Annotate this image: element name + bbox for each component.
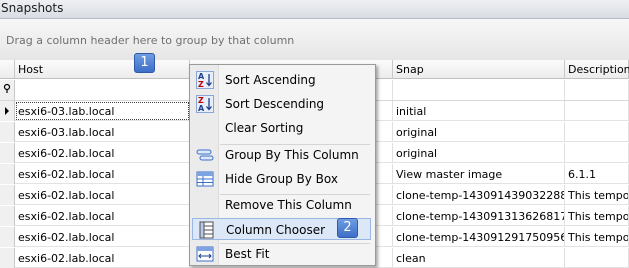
cell-description[interactable]: [565, 101, 629, 121]
cell-host[interactable]: esxi6-02.lab.local: [15, 206, 190, 226]
menu-item-sort-ascending[interactable]: A Z Sort Ascending: [192, 69, 371, 91]
group-by-icon: [196, 149, 214, 161]
cell-description[interactable]: [565, 248, 629, 268]
row-indicator[interactable]: [0, 206, 15, 226]
cell-snap[interactable]: clone-temp-1430914390322882: [393, 185, 565, 205]
cell-snap[interactable]: initial: [393, 101, 565, 121]
row-indicator[interactable]: [0, 164, 15, 184]
sort-descending-icon: Z A: [196, 95, 214, 113]
filter-cell-description[interactable]: [565, 80, 629, 100]
group-box-icon: [196, 171, 214, 187]
menu-item-group-by-column[interactable]: Group By This Column: [192, 144, 371, 166]
row-indicator-header: [0, 60, 15, 79]
filter-cell-host[interactable]: [15, 80, 190, 100]
menu-item-sort-descending[interactable]: Z A Sort Descending: [192, 93, 371, 115]
column-chooser-icon: [199, 221, 214, 239]
cell-host[interactable]: esxi6-03.lab.local: [15, 122, 190, 142]
cell-description[interactable]: This tempora: [565, 206, 629, 226]
cell-host[interactable]: esxi6-02.lab.local: [15, 143, 190, 163]
row-indicator[interactable]: [0, 227, 15, 247]
cell-description[interactable]: [565, 122, 629, 142]
cell-snap[interactable]: clean: [393, 248, 565, 268]
column-header-host[interactable]: Host: [15, 60, 190, 79]
group-by-hint: Drag a column header here to group by th…: [6, 34, 295, 47]
cell-description[interactable]: This tempora: [565, 227, 629, 247]
cell-description[interactable]: [565, 143, 629, 163]
row-indicator[interactable]: [0, 101, 15, 121]
cell-snap[interactable]: View master image: [393, 164, 565, 184]
cell-snap[interactable]: clone-temp-1430913136268170: [393, 206, 565, 226]
cell-description[interactable]: 6.1.1: [565, 164, 629, 184]
svg-text:Z: Z: [198, 80, 204, 89]
menu-item-best-fit[interactable]: Best Fit: [192, 243, 371, 265]
current-row-arrow-icon: [5, 107, 9, 115]
cell-snap[interactable]: original: [393, 122, 565, 142]
filter-cell-snap[interactable]: [393, 80, 565, 100]
row-indicator[interactable]: [0, 143, 15, 163]
callout-badge-2: 2: [337, 218, 358, 238]
cell-host[interactable]: esxi6-02.lab.local: [15, 185, 190, 205]
cell-host[interactable]: esxi6-02.lab.local: [15, 227, 190, 247]
row-indicator[interactable]: [0, 185, 15, 205]
panel-title-bar: Snapshots: [0, 0, 629, 19]
sort-ascending-icon: A Z: [196, 71, 214, 89]
group-by-box[interactable]: Drag a column header here to group by th…: [0, 19, 629, 61]
menu-item-clear-sorting[interactable]: Clear Sorting: [192, 117, 371, 139]
cell-host[interactable]: esxi6-03.lab.local: [15, 101, 190, 121]
filter-row-indicator: [0, 80, 15, 100]
menu-item-remove-column[interactable]: Remove This Column: [192, 194, 371, 216]
row-indicator[interactable]: [0, 122, 15, 142]
panel-title: Snapshots: [1, 1, 64, 15]
cell-description[interactable]: This tempora: [565, 185, 629, 205]
cell-host[interactable]: esxi6-02.lab.local: [15, 164, 190, 184]
filter-pin-icon: [3, 83, 11, 93]
best-fit-icon: [196, 246, 214, 262]
callout-badge-1: 1: [134, 53, 155, 73]
column-header-snap[interactable]: Snap: [393, 60, 565, 79]
cell-snap[interactable]: clone-temp-1430912917509560: [393, 227, 565, 247]
cell-host[interactable]: esxi6-02.lab.local: [15, 248, 190, 268]
column-header-description[interactable]: Description: [565, 60, 629, 79]
row-indicator[interactable]: [0, 248, 15, 268]
svg-text:A: A: [198, 104, 205, 113]
menu-item-hide-group-by-box[interactable]: Hide Group By Box: [192, 168, 371, 190]
cell-snap[interactable]: original: [393, 143, 565, 163]
